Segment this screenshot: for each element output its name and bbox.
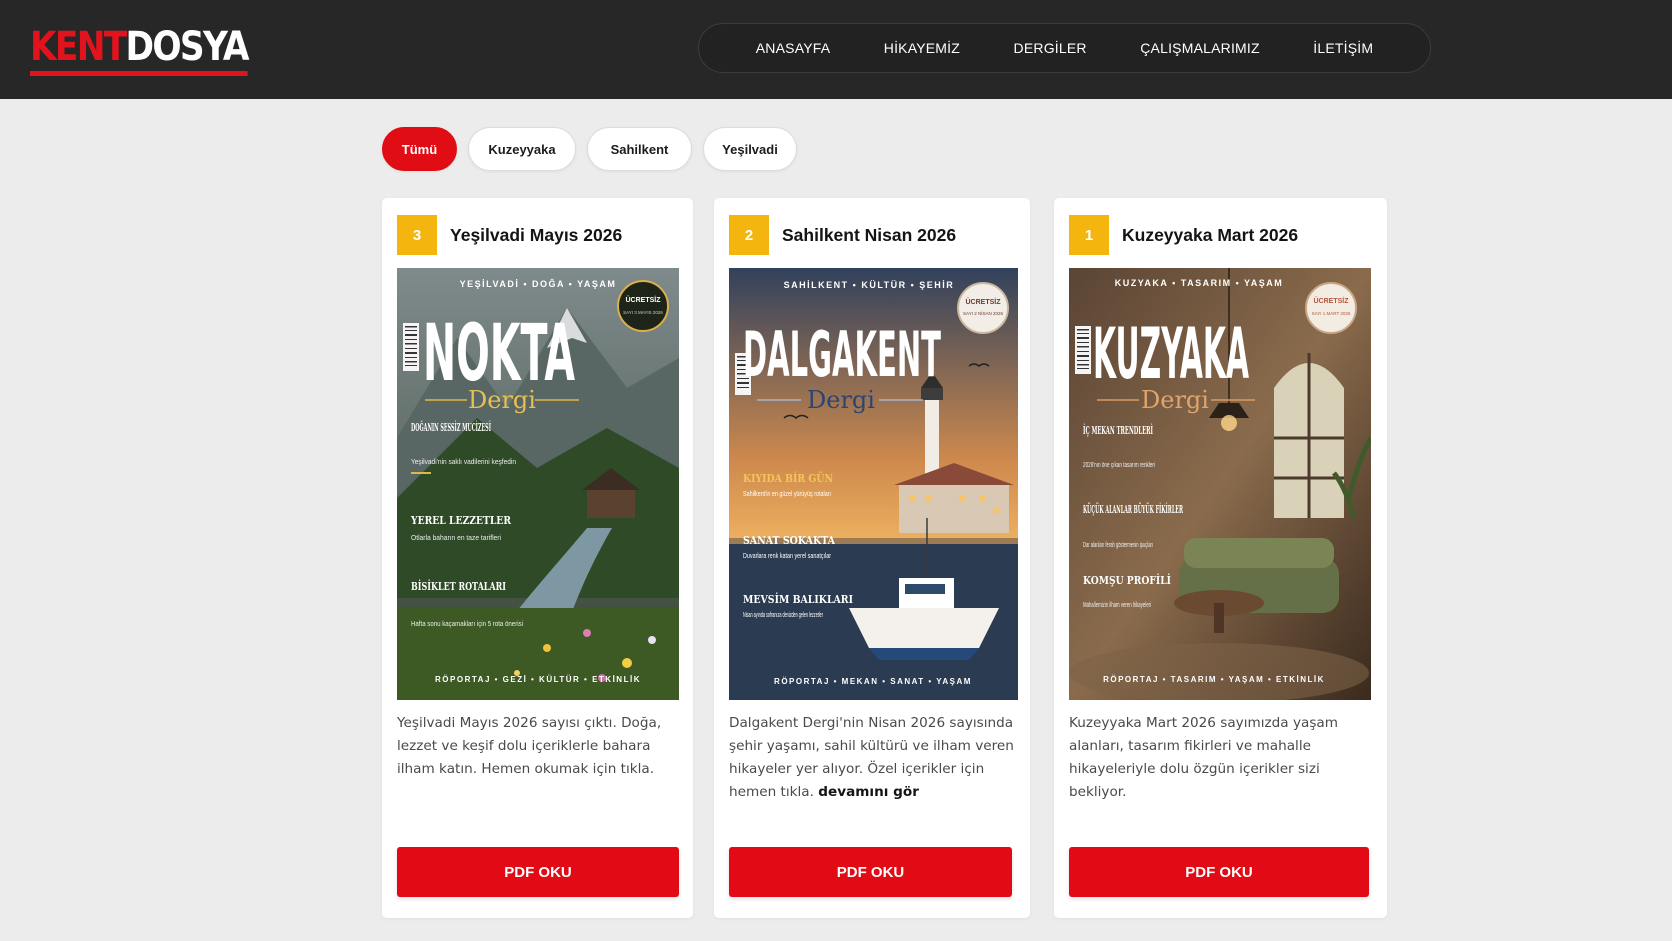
card-description: Dalgakent Dergi'nin Nisan 2026 sayısında… [729,712,1018,804]
cover-tagline: YEŞİLVADİ • DOĞA • YAŞAM [460,278,617,289]
pdf-read-button[interactable]: PDF OKU [1069,847,1369,897]
cover-sub: Dergi [468,386,536,414]
card-title[interactable]: Kuzeyyaka Mart 2026 [1122,225,1298,246]
cover-seal: ÜCRETSİZ [1314,296,1350,305]
magazine-cover[interactable]: YEŞİLVADİ • DOĞA • YAŞAM NOKTA ÜCRETSİZ … [397,268,679,700]
filter-kuzeyyaka[interactable]: Kuzeyyaka [468,127,576,171]
cover-seal-small: SAYI 1 MART 2026 [1312,311,1351,316]
cover-footer: RÖPORTAJ • MEKAN • SANAT • YAŞAM [774,677,972,686]
cover-tagline: KUZYAKA • TASARIM • YAŞAM [1115,278,1283,288]
cover-headline-3-text: Hafta sonu kaçamakları için 5 rota öneri… [411,619,523,628]
magazine-cover[interactable]: SAHİLKENT • KÜLTÜR • ŞEHİR DALGAKENT ÜCR… [729,268,1018,700]
cover-sub: Dergi [807,386,875,414]
filter-bar: Tümü Kuzeyyaka Sahilkent Yeşilvadi [382,127,797,171]
card-header: 2 Sahilkent Nisan 2026 [729,215,956,255]
card-title[interactable]: Sahilkent Nisan 2026 [782,225,956,246]
cover-headline-3: MEVSİM BALIKLARI [743,592,853,606]
main-nav: ANASAYFA HİKAYEMİZ DERGİLER ÇALIŞMALARIM… [698,23,1431,73]
cover-headline-2-text: Otlarla baharın en taze tarifleri [411,533,501,542]
cover-tagline: SAHİLKENT • KÜLTÜR • ŞEHİR [784,280,955,290]
nav-iletisim[interactable]: İLETİŞİM [1313,40,1373,56]
cover-headline-1: KIYIDA BİR GÜN [743,471,833,485]
cover-image-nature: YEŞİLVADİ • DOĞA • YAŞAM NOKTA ÜCRETSİZ … [397,268,679,700]
cover-headline-3: BİSİKLET ROTALARI [411,579,506,593]
issue-number-badge: 2 [729,215,769,255]
cover-seal: ÜCRETSİZ [626,295,662,304]
brand-logo[interactable]: KENTDOSYA [30,22,249,76]
magazine-card: 2 Sahilkent Nisan 2026 SAHİLKENT • KÜLTÜ… [714,198,1030,918]
cover-image-seaside: SAHİLKENT • KÜLTÜR • ŞEHİR DALGAKENT ÜCR… [729,268,1018,700]
site-header: KENTDOSYA ANASAYFA HİKAYEMİZ DERGİLER ÇA… [0,0,1672,99]
filter-sahilkent[interactable]: Sahilkent [587,127,692,171]
cover-headline-2: SANAT SOKAKTA [743,534,835,547]
nav-anasayfa[interactable]: ANASAYFA [756,40,830,56]
cover-seal-small: SAYI 3 MAYIS 2026 [623,310,663,315]
cover-headline-2-text: Dar alanları ferah göstermenin ipuçları [1083,540,1153,549]
cover-headline-3: KOMŞU PROFİLİ [1083,573,1171,587]
cover-headline-2: KÜÇÜK ALANLAR BÜYÜK FİKİRLER [1083,502,1183,516]
cover-masthead: DALGAKENT [743,318,941,391]
cover-headline-3-text: Nisan ayında sofranıza denizden gelen le… [743,610,823,619]
cover-sub: Dergi [1141,386,1209,414]
cover-footer: RÖPORTAJ • TASARIM • YAŞAM • ETKİNLİK [1103,675,1325,684]
magazine-cover[interactable]: KUZYAKA • TASARIM • YAŞAM KUZYAKA ÜCRETS… [1069,268,1371,700]
card-header: 1 Kuzeyyaka Mart 2026 [1069,215,1298,255]
filter-all[interactable]: Tümü [382,127,457,171]
issue-number-badge: 1 [1069,215,1109,255]
magazine-card: 1 Kuzeyyaka Mart 2026 KUZYAKA • TASARIM … [1054,198,1387,918]
cover-headline-1-text: Yeşilvadi'nin saklı vadilerini keşfedin [411,457,516,466]
cover-headline-1-text: 2026'nın öne çıkan tasarım renkleri [1083,460,1155,469]
nav-hikayemiz[interactable]: HİKAYEMİZ [884,40,960,56]
cover-headline-1: DOĞANIN SESSİZ MUCİZESİ [411,420,491,434]
cover-headline-1: İÇ MEKAN TRENDLERİ [1083,423,1153,437]
pdf-read-button[interactable]: PDF OKU [729,847,1012,897]
nav-calismalarimiz[interactable]: ÇALIŞMALARIMIZ [1140,40,1260,56]
cover-footer: RÖPORTAJ • GEZİ • KÜLTÜR • ETKİNLİK [435,675,641,684]
card-description-text: Yeşilvadi Mayıs 2026 sayısı çıktı. Doğa,… [397,715,662,777]
cover-headline-2: YEREL LEZZETLER [410,514,512,527]
brand-logo-part2: DOSYA [125,24,249,76]
issue-number-badge: 3 [397,215,437,255]
card-title[interactable]: Yeşilvadi Mayıs 2026 [450,225,622,246]
cover-seal-small: SAYI 2 NİSAN 2026 [963,310,1003,316]
filter-yesilvadi[interactable]: Yeşilvadi [703,127,797,171]
read-more-link[interactable]: devamını gör [818,784,919,800]
card-description: Yeşilvadi Mayıs 2026 sayısı çıktı. Doğa,… [397,712,679,781]
cover-headline-1-text: Sahilkent'in en güzel yürüyüş rotaları [743,489,831,498]
card-description-text: Kuzeyyaka Mart 2026 sayımızda yaşam alan… [1069,715,1338,800]
card-header: 3 Yeşilvadi Mayıs 2026 [397,215,622,255]
brand-logo-part1: KENT [30,24,127,76]
nav-dergiler[interactable]: DERGİLER [1014,40,1087,56]
card-description: Kuzeyyaka Mart 2026 sayımızda yaşam alan… [1069,712,1371,804]
cover-seal: ÜCRETSİZ [966,297,1002,306]
cover-masthead: KUZYAKA [1093,313,1249,395]
cover-headline-2-text: Duvarlara renk katan yerel sanatçılar [743,551,831,560]
cover-headline-3-text: Mahallemizin ilham veren hikayeleri [1083,600,1151,609]
cover-image-interior: KUZYAKA • TASARIM • YAŞAM KUZYAKA ÜCRETS… [1069,268,1371,700]
magazine-card: 3 Yeşilvadi Mayıs 2026 YEŞİLVADİ • DOĞA … [382,198,693,918]
pdf-read-button[interactable]: PDF OKU [397,847,679,897]
